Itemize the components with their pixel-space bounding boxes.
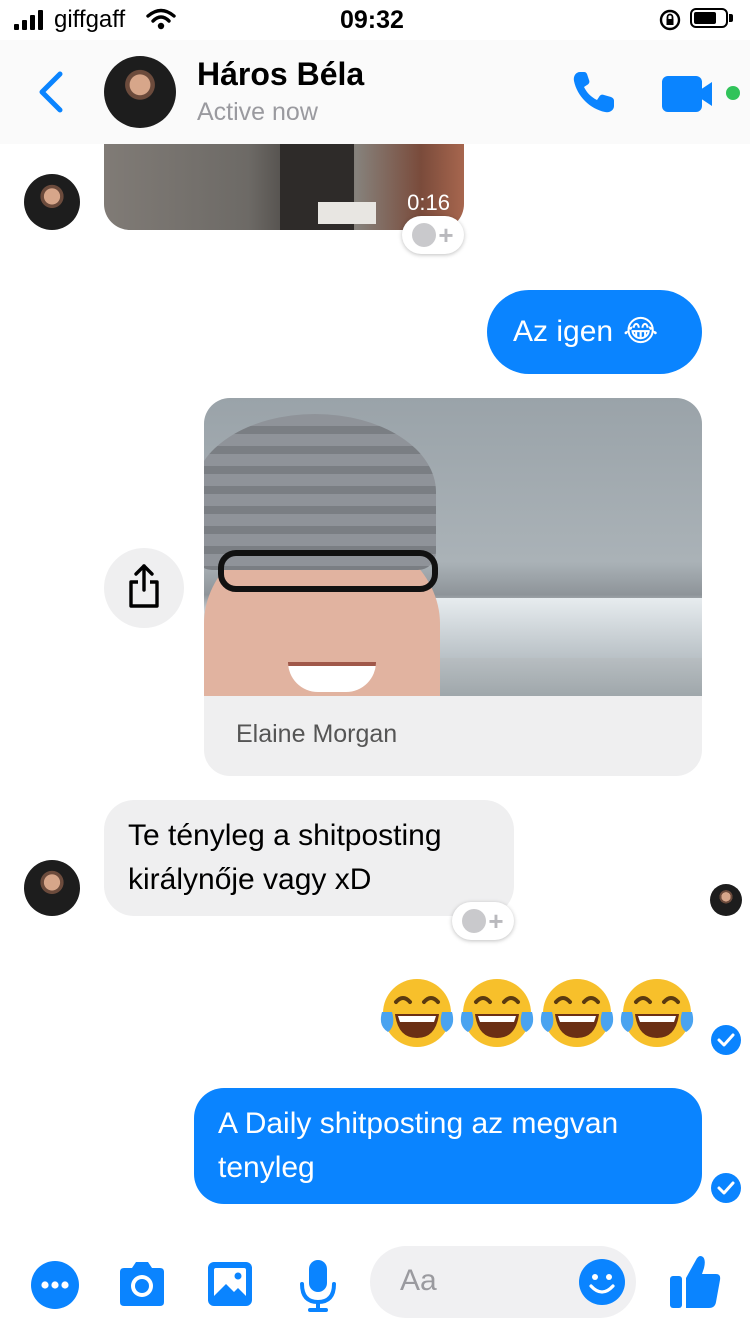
contact-name[interactable]: Háros Béla <box>197 56 364 93</box>
carrier-label: giffgaff <box>54 6 126 33</box>
outgoing-message-bubble[interactable]: Az igen 😂 <box>487 290 702 374</box>
contact-avatar[interactable] <box>104 56 176 128</box>
shared-image-card[interactable]: Elaine Morgan <box>204 398 702 776</box>
message-input-placeholder: Aa <box>400 1264 437 1297</box>
video-call-icon[interactable] <box>662 76 722 112</box>
incoming-message-bubble[interactable]: Te tényleg a shitposting királynője vagy… <box>104 800 514 916</box>
back-icon[interactable] <box>36 70 66 114</box>
emoji-picker-icon[interactable] <box>578 1258 626 1306</box>
message-line: királynője vagy xD <box>128 863 372 896</box>
message-text: Az igen <box>513 315 614 348</box>
message-line: tenyleg <box>218 1151 315 1184</box>
add-reaction-button[interactable]: + <box>452 902 514 940</box>
add-reaction-button[interactable]: + <box>402 216 464 254</box>
shared-image-caption: Elaine Morgan <box>236 720 398 748</box>
shared-photo <box>204 398 702 696</box>
wifi-icon <box>146 8 176 30</box>
sender-avatar[interactable] <box>24 174 80 230</box>
clock: 09:32 <box>340 6 404 34</box>
laughing-emoji-icon <box>620 979 694 1047</box>
gallery-icon[interactable] <box>206 1260 254 1308</box>
share-button[interactable] <box>104 548 184 628</box>
share-icon <box>129 564 159 608</box>
video-duration: 0:16 <box>407 190 450 215</box>
laughing-emoji: 😂 <box>623 315 659 348</box>
sender-avatar[interactable] <box>24 860 80 916</box>
message-line: Te tényleg a shitposting <box>128 819 442 852</box>
read-receipt-avatar <box>710 884 742 916</box>
delivered-check-icon <box>711 1025 741 1055</box>
chat-header: Háros Béla Active now <box>0 40 750 144</box>
battery-icon <box>690 8 734 30</box>
presence-status: Active now <box>197 98 318 126</box>
laughing-emoji-icon <box>540 979 614 1047</box>
message-composer: Aa <box>0 1236 750 1334</box>
delivered-check-icon <box>711 1173 741 1203</box>
laughing-emoji-icon <box>380 979 454 1047</box>
status-bar: giffgaff 09:32 <box>0 0 750 40</box>
online-indicator <box>726 86 740 100</box>
signal-icon <box>14 10 48 30</box>
phone-call-icon[interactable] <box>570 68 618 116</box>
smiley-icon <box>412 223 437 247</box>
like-thumbs-up-icon[interactable] <box>668 1252 722 1310</box>
emoji-message[interactable] <box>378 974 702 1058</box>
smiley-icon <box>462 909 487 933</box>
microphone-icon[interactable] <box>298 1258 338 1314</box>
message-input[interactable]: Aa <box>370 1246 636 1318</box>
message-line: A Daily shitposting az megvan <box>218 1107 619 1140</box>
outgoing-message-bubble[interactable]: A Daily shitposting az megvan tenyleg <box>194 1088 702 1204</box>
laughing-emoji-icon <box>460 979 534 1047</box>
camera-icon[interactable] <box>116 1260 168 1308</box>
orientation-lock-icon <box>659 9 681 31</box>
video-message-thumbnail[interactable]: 0:16 <box>104 144 464 230</box>
more-options-icon[interactable] <box>30 1260 80 1310</box>
